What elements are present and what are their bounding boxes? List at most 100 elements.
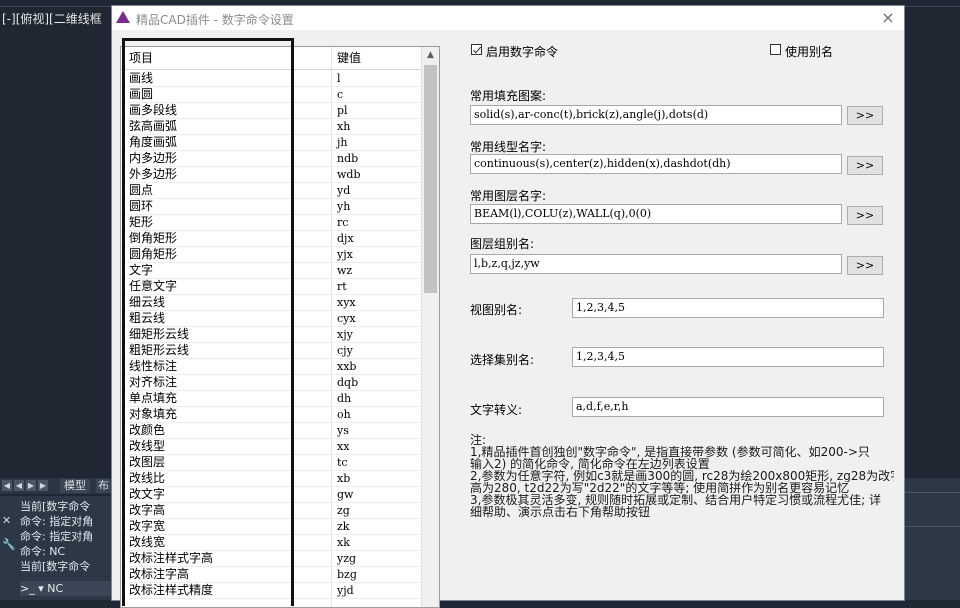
table-row[interactable]: 改线宽 xk — [121, 535, 421, 551]
tab-layout[interactable]: 布 — [96, 479, 112, 493]
command-key-cell[interactable]: zk — [337, 519, 349, 534]
table-row[interactable]: 改线比 xb — [121, 471, 421, 487]
layer-group-input[interactable]: l,b,z,q,jz,yw — [470, 254, 842, 274]
table-row[interactable]: 改图层 tc — [121, 455, 421, 471]
table-row[interactable]: 圆环 yh — [121, 199, 421, 215]
command-key-cell[interactable]: cyx — [337, 311, 356, 326]
command-key-cell[interactable]: yd — [337, 183, 350, 198]
command-key-cell[interactable]: wz — [337, 263, 352, 278]
table-row[interactable]: 粗云线 cyx — [121, 311, 421, 327]
table-row[interactable]: 矩形 rc — [121, 215, 421, 231]
command-key-cell[interactable]: xx — [337, 439, 349, 454]
wrench-icon[interactable]: 🔧 — [2, 538, 16, 551]
table-row[interactable]: 圆点 yd — [121, 183, 421, 199]
tab-nav-last-icon[interactable]: ▶ — [38, 480, 48, 491]
command-key-cell[interactable]: dqb — [337, 375, 358, 390]
command-key-cell[interactable]: yjd — [337, 583, 354, 598]
command-key-cell[interactable]: dh — [337, 391, 351, 406]
close-icon[interactable]: ✕ — [2, 514, 16, 527]
table-row[interactable]: 对象填充 oh — [121, 407, 421, 423]
tab-model[interactable]: 模型 — [60, 479, 90, 493]
table-row[interactable]: 画圆 c — [121, 87, 421, 103]
table-row[interactable]: 改字宽 zk — [121, 519, 421, 535]
table-row[interactable]: 改颜色 ys — [121, 423, 421, 439]
linetype-more-button[interactable]: >> — [847, 156, 883, 175]
text-escape-input[interactable]: a,d,f,e,r,h — [572, 397, 884, 417]
command-key-cell[interactable]: xk — [337, 535, 350, 550]
command-key-cell[interactable]: yjx — [337, 247, 353, 262]
hatch-more-button[interactable]: >> — [847, 106, 883, 125]
viewport-label[interactable]: [-][俯视][二维线框 — [2, 10, 102, 27]
selection-set-alias-input[interactable]: 1,2,3,4,5 — [572, 347, 884, 367]
command-key-cell[interactable]: yh — [337, 199, 350, 214]
column-header-key[interactable]: 键值 — [337, 47, 361, 69]
table-row[interactable]: 改标注样式精度 yjd — [121, 583, 421, 599]
command-key-cell[interactable]: zg — [337, 503, 350, 518]
table-row[interactable]: 任意文字 rt — [121, 279, 421, 295]
table-row[interactable]: 对齐标注 dqb — [121, 375, 421, 391]
command-key-cell[interactable]: bzg — [337, 567, 357, 582]
scroll-up-icon[interactable]: ▲ — [422, 47, 439, 63]
table-row[interactable]: 改字高 zg — [121, 503, 421, 519]
table-row[interactable]: 圆角矩形 yjx — [121, 247, 421, 263]
layer-group-more-button[interactable]: >> — [847, 256, 883, 275]
command-key-cell[interactable]: xyx — [337, 295, 356, 310]
command-key-cell[interactable]: l — [337, 71, 341, 86]
table-row[interactable]: 线性标注 xxb — [121, 359, 421, 375]
tab-nav-prev-icon[interactable]: ◀ — [14, 480, 24, 491]
command-key-cell[interactable]: xxb — [337, 359, 356, 374]
command-key-cell[interactable]: gw — [337, 487, 353, 502]
command-key-cell[interactable]: wdb — [337, 167, 361, 182]
command-key-cell[interactable]: xjy — [337, 327, 353, 342]
table-row[interactable]: 弦高画弧 xh — [121, 119, 421, 135]
selection-set-alias-label: 选择集别名: — [470, 353, 535, 367]
layer-more-button[interactable]: >> — [847, 206, 883, 225]
view-alias-input[interactable]: 1,2,3,4,5 — [572, 298, 884, 318]
command-key-cell[interactable]: rt — [337, 279, 347, 294]
use-alias-label[interactable]: 使用别名 — [785, 43, 833, 60]
command-key-cell[interactable]: xb — [337, 471, 350, 486]
command-key-cell[interactable]: yzg — [337, 551, 356, 566]
command-key-cell[interactable]: jh — [337, 135, 348, 150]
enable-number-command-label[interactable]: 启用数字命令 — [486, 43, 558, 60]
table-row[interactable]: 粗矩形云线 cjy — [121, 343, 421, 359]
close-icon[interactable]: × — [878, 9, 898, 27]
table-row[interactable]: 文字 wz — [121, 263, 421, 279]
command-table[interactable]: 项目 键值 画线 l 画圆 c 画多段线 pl 弦高画弧 xh 角度画弧 jh 内多边形 ndb 外多边… — [120, 46, 440, 608]
table-row[interactable]: 角度画弧 jh — [121, 135, 421, 151]
command-key-cell[interactable]: xh — [337, 119, 350, 134]
command-key-cell[interactable]: djx — [337, 231, 354, 246]
scroll-thumb[interactable] — [424, 65, 437, 293]
command-key-cell[interactable]: ndb — [337, 151, 358, 166]
command-input[interactable]: >_ ▾ NC — [20, 581, 112, 596]
command-key-cell[interactable]: oh — [337, 407, 351, 422]
tab-nav-first-icon[interactable]: ◀ — [2, 480, 12, 491]
command-key-cell[interactable]: tc — [337, 455, 348, 470]
column-header-name[interactable]: 项目 — [129, 47, 153, 69]
table-row[interactable]: 画多段线 pl — [121, 103, 421, 119]
table-row[interactable]: 单点填充 dh — [121, 391, 421, 407]
table-row[interactable]: 倒角矩形 djx — [121, 231, 421, 247]
tab-nav-next-icon[interactable]: ▶ — [26, 480, 36, 491]
enable-number-command-checkbox[interactable] — [471, 44, 482, 55]
table-row[interactable]: 内多边形 ndb — [121, 151, 421, 167]
table-scrollbar[interactable]: ▲ — [421, 47, 439, 607]
table-row[interactable]: 外多边形 wdb — [121, 167, 421, 183]
use-alias-checkbox[interactable] — [770, 44, 781, 55]
command-key-cell[interactable]: pl — [337, 103, 348, 118]
hatch-pattern-input[interactable]: solid(s),ar-conc(t),brick(z),angle(j),do… — [470, 105, 842, 125]
table-row[interactable]: 改标注样式字高 yzg — [121, 551, 421, 567]
dialog-title-bar[interactable]: 精品CAD插件 - 数字命令设置 × — [112, 6, 904, 30]
table-row[interactable]: 细云线 xyx — [121, 295, 421, 311]
command-key-cell[interactable]: c — [337, 87, 343, 102]
layer-input[interactable]: BEAM(l),COLU(z),WALL(q),0(0) — [470, 204, 842, 224]
command-key-cell[interactable]: ys — [337, 423, 349, 438]
command-key-cell[interactable]: rc — [337, 215, 348, 230]
table-row[interactable]: 细矩形云线 xjy — [121, 327, 421, 343]
table-row[interactable]: 改标注字高 bzg — [121, 567, 421, 583]
command-key-cell[interactable]: cjy — [337, 343, 353, 358]
table-row[interactable]: 画线 l — [121, 71, 421, 87]
table-row[interactable]: 改文字 gw — [121, 487, 421, 503]
table-row[interactable]: 改线型 xx — [121, 439, 421, 455]
linetype-input[interactable]: continuous(s),center(z),hidden(x),dashdo… — [470, 154, 842, 174]
